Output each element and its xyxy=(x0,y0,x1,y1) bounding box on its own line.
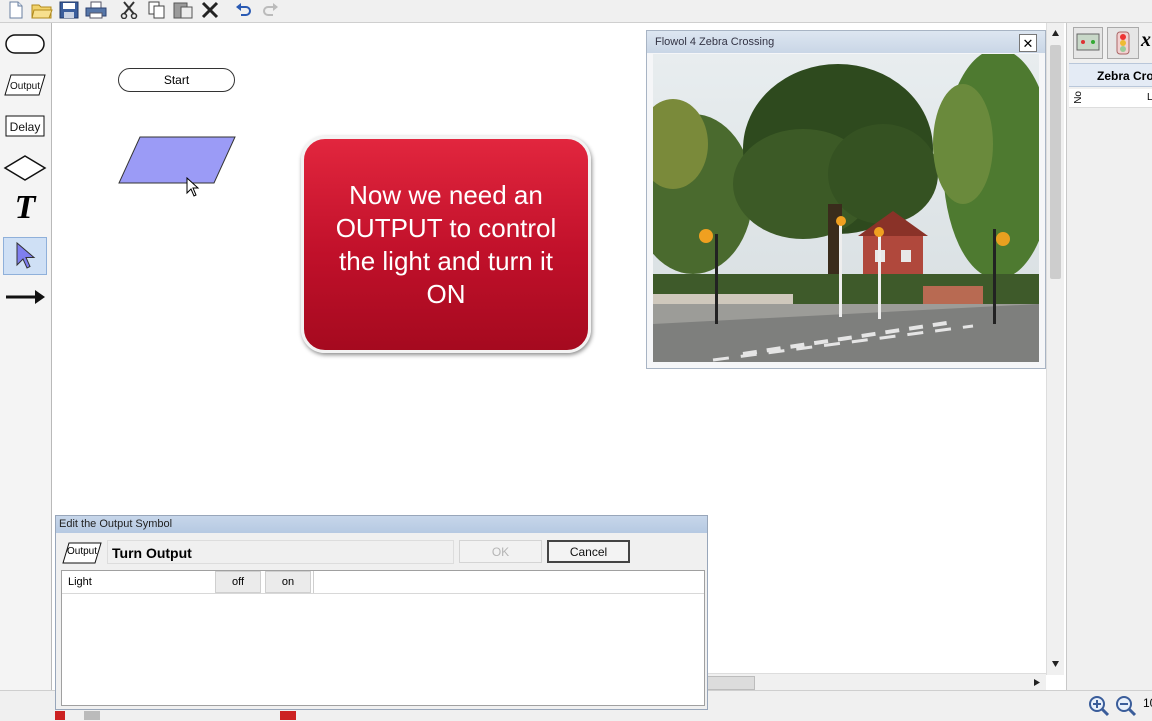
zoom-in-icon[interactable] xyxy=(1088,695,1110,717)
zoom-out-icon[interactable] xyxy=(1115,695,1137,717)
output-name-field[interactable]: Turn Output xyxy=(107,540,454,564)
paste-icon[interactable] xyxy=(171,0,195,20)
mimic-panel-columns: No L xyxy=(1069,89,1152,108)
close-icon[interactable]: ✕ xyxy=(1019,34,1037,52)
dialog-titlebar[interactable]: Edit the Output Symbol xyxy=(56,516,707,533)
scroll-up-icon[interactable] xyxy=(1051,29,1060,37)
text-tool[interactable]: T xyxy=(3,191,47,225)
callout-text: Now we need an OUTPUT to control the lig… xyxy=(335,179,557,309)
mimic-col-a: No xyxy=(1073,91,1084,104)
output-row-label: Light xyxy=(68,576,92,588)
output-symbol-icon-label: Output xyxy=(66,546,98,557)
photo-window: Flowol 4 Zebra Crossing ✕ xyxy=(646,30,1046,369)
horizontal-scroll-thumb[interactable] xyxy=(707,676,755,690)
start-label: Start xyxy=(163,73,190,87)
canvas-vertical-scrollbar[interactable] xyxy=(1046,23,1064,675)
mimic-panel-header: Zebra Cro xyxy=(1069,63,1152,87)
output-row-light: Light off on xyxy=(62,571,704,594)
light-off-button[interactable]: off xyxy=(215,571,261,593)
arrow-line-tool[interactable] xyxy=(3,285,47,309)
main-toolbar xyxy=(0,0,1152,23)
scroll-down-icon[interactable] xyxy=(1051,660,1060,668)
traffic-light-icon[interactable] xyxy=(1107,27,1139,59)
step-indicator-icon xyxy=(84,711,100,720)
start-symbol[interactable]: Start xyxy=(118,68,235,92)
cancel-button[interactable]: Cancel xyxy=(547,540,630,563)
run-indicator-icon xyxy=(55,711,65,720)
delay-tool-label: Delay xyxy=(9,120,41,134)
zoom-level: 10 xyxy=(1143,696,1152,710)
x-close-icon[interactable]: x xyxy=(1141,29,1151,51)
open-folder-icon[interactable] xyxy=(30,0,54,20)
edit-output-dialog: Edit the Output Symbol Output Turn Outpu… xyxy=(55,515,708,710)
output-tool[interactable]: Output xyxy=(3,73,47,99)
text-tool-label: T xyxy=(14,189,36,226)
print-icon[interactable] xyxy=(84,0,108,20)
output-symbol-icon: Output xyxy=(62,542,102,564)
cut-icon[interactable] xyxy=(117,0,141,20)
scroll-right-icon[interactable] xyxy=(1033,678,1041,687)
redo-icon xyxy=(258,0,282,20)
undo-icon[interactable] xyxy=(232,0,256,20)
stop-indicator-icon xyxy=(280,711,296,720)
decision-tool[interactable] xyxy=(3,153,47,183)
copy-icon[interactable] xyxy=(145,0,169,20)
start-stop-tool[interactable] xyxy=(3,32,47,56)
light-on-button[interactable]: on xyxy=(265,571,311,593)
photo-window-titlebar[interactable]: Flowol 4 Zebra Crossing ✕ xyxy=(647,31,1045,53)
zebra-crossing-photo xyxy=(653,54,1039,362)
output-tool-label: Output xyxy=(9,80,41,92)
canvas-horizontal-scrollbar[interactable] xyxy=(707,673,1046,690)
mimic-col-b: L xyxy=(1147,92,1152,103)
ok-button[interactable]: OK xyxy=(459,540,542,563)
save-icon[interactable] xyxy=(57,0,81,20)
mouse-cursor-icon xyxy=(186,177,200,197)
output-list: Light off on xyxy=(61,570,705,706)
symbol-palette: Output Delay T xyxy=(0,23,52,713)
new-icon[interactable] xyxy=(4,0,28,20)
dialog-title: Edit the Output Symbol xyxy=(59,518,173,530)
photo-window-title: Flowol 4 Zebra Crossing xyxy=(655,36,775,48)
mimic-panel: x Zebra Cro No L xyxy=(1066,23,1152,690)
mimic-board-icon[interactable] xyxy=(1073,27,1103,59)
select-tool[interactable] xyxy=(3,237,47,275)
output-symbol-shape[interactable] xyxy=(118,136,236,185)
delay-tool[interactable]: Delay xyxy=(3,114,47,140)
tutorial-callout: Now we need an OUTPUT to control the lig… xyxy=(301,136,591,353)
delete-icon[interactable] xyxy=(198,0,222,20)
vertical-scroll-thumb[interactable] xyxy=(1050,45,1061,279)
